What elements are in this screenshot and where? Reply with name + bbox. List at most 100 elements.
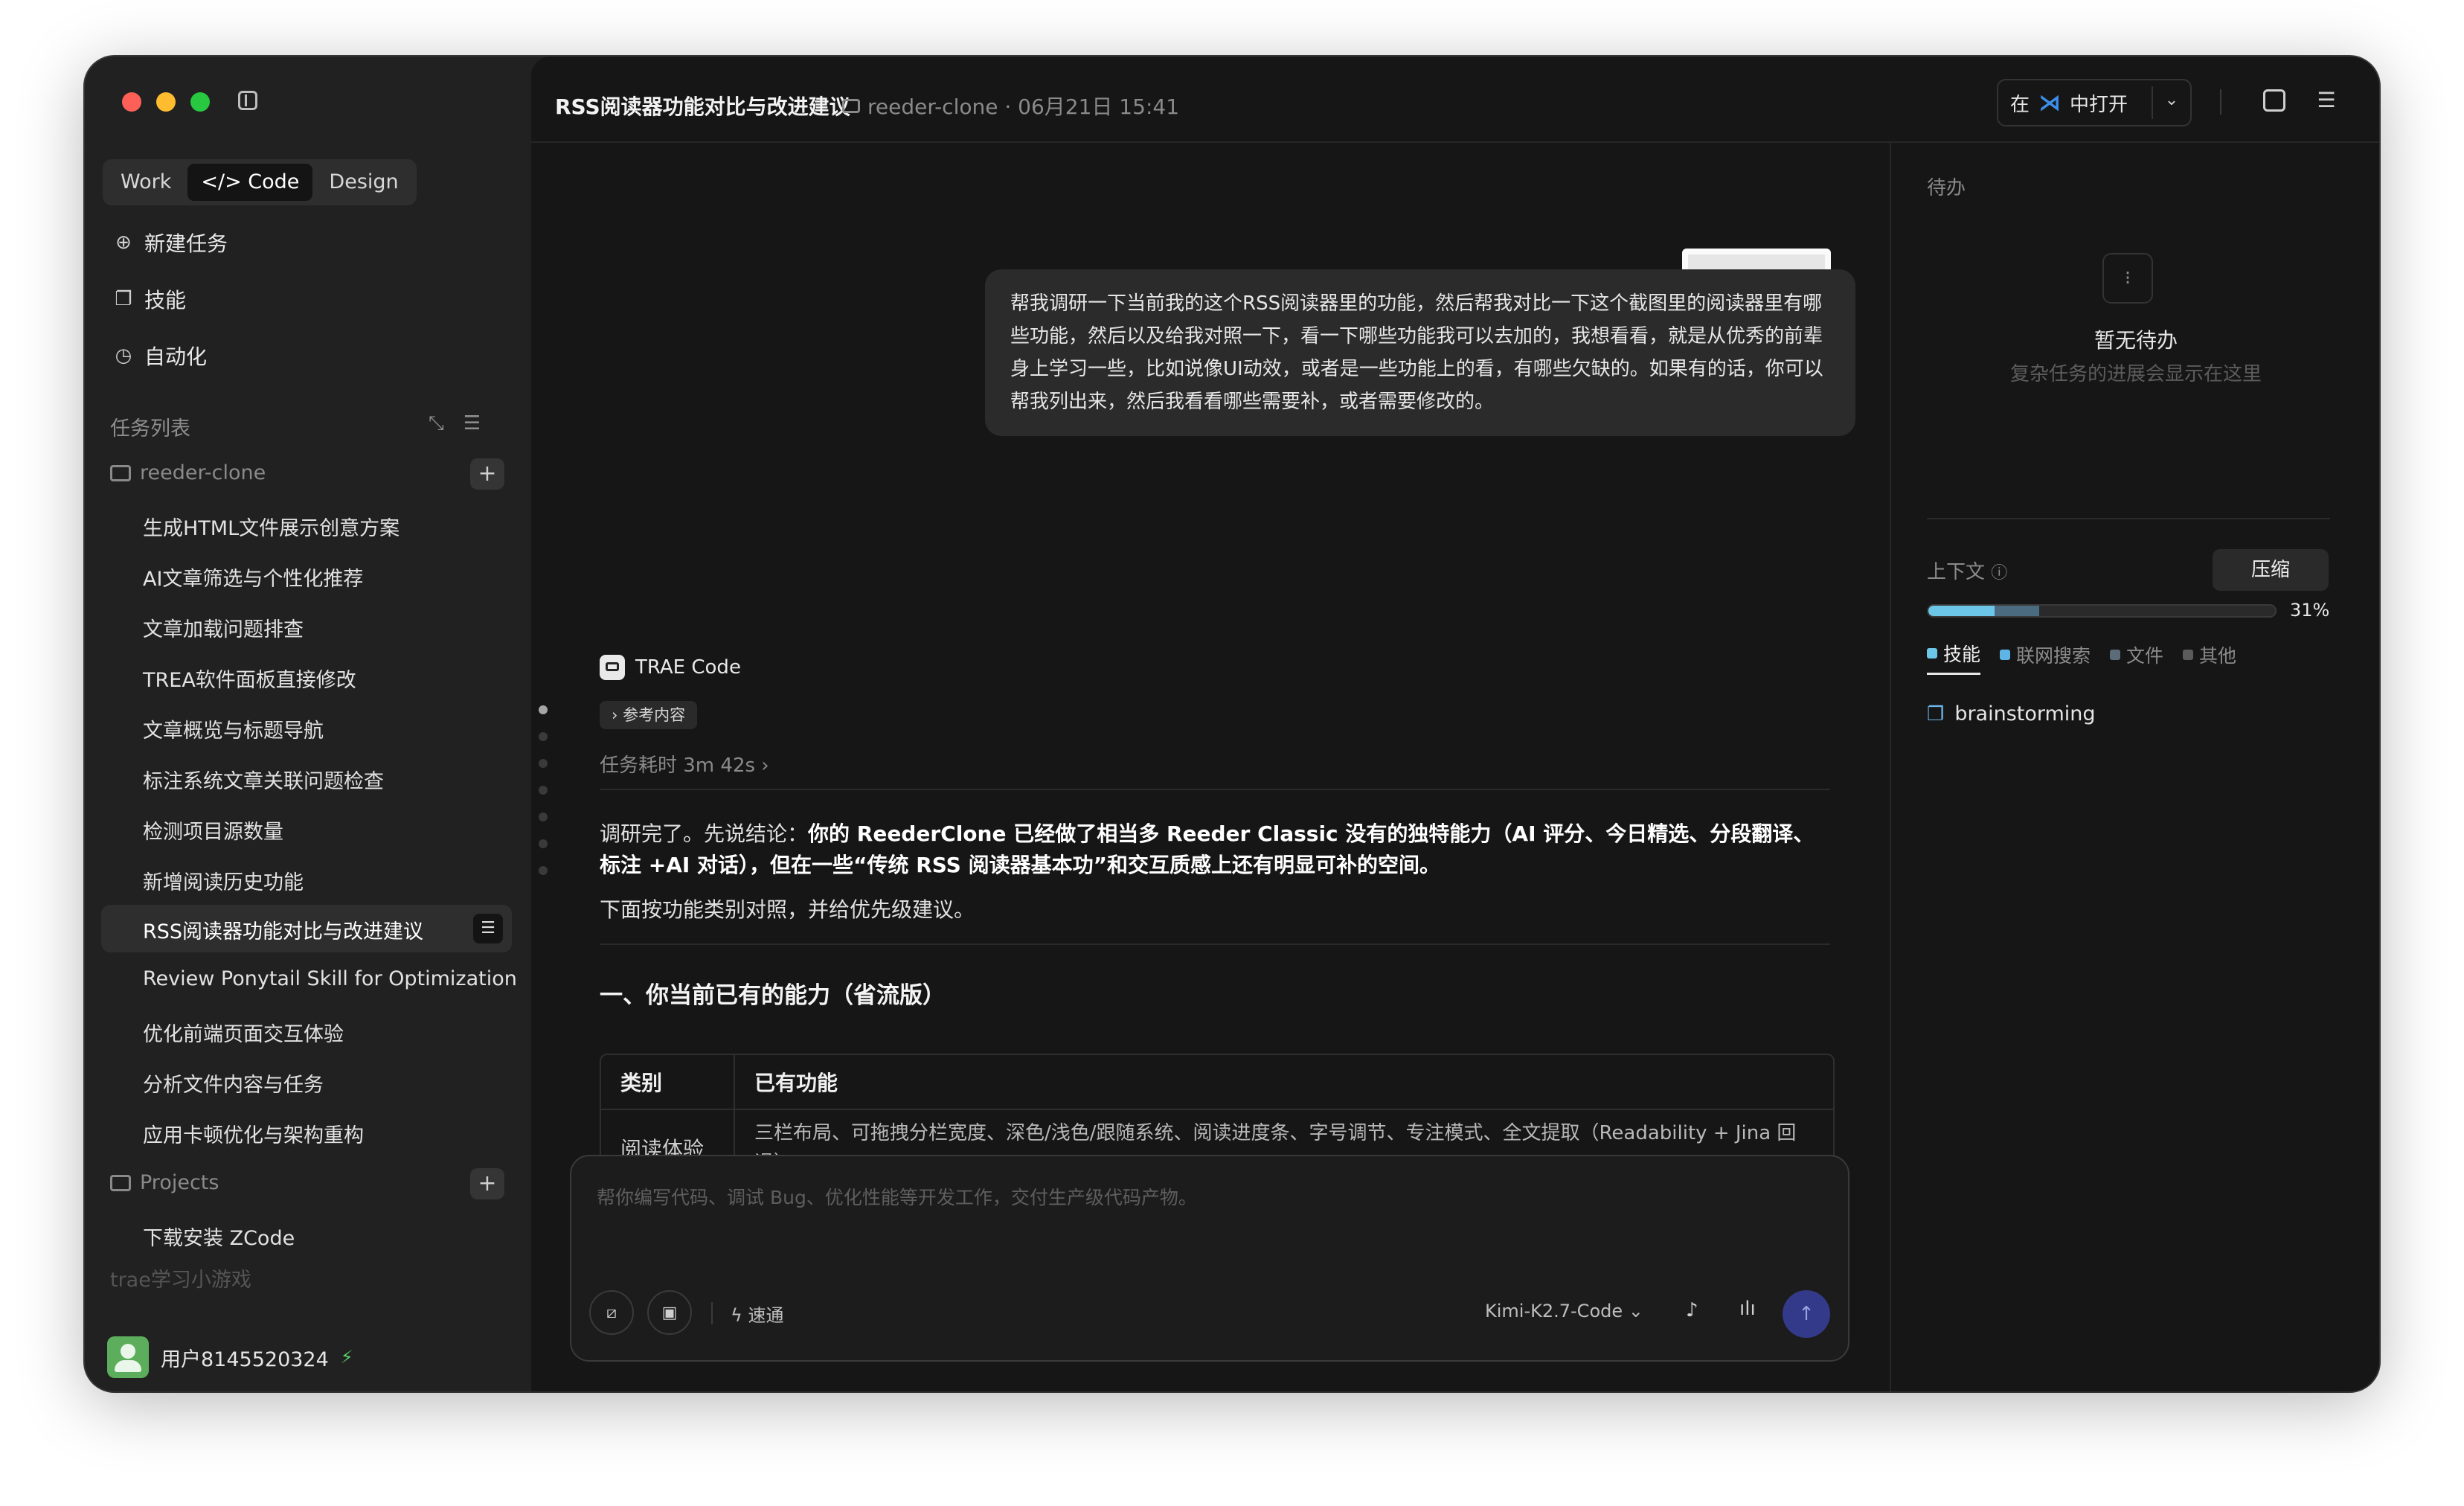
task-item[interactable]: 分析文件内容与任务 <box>143 1068 324 1098</box>
task-item[interactable]: 优化前端页面交互体验 <box>143 1018 344 1047</box>
task-item[interactable]: 生成HTML文件展示创意方案 <box>143 512 400 541</box>
task-item[interactable]: AI文章筛选与个性化推荐 <box>143 563 363 592</box>
task-duration[interactable]: 任务耗时 3m 42s › <box>600 750 769 778</box>
scroll-dot[interactable] <box>539 705 548 714</box>
composer-input[interactable]: 帮你编写代码、调试 Bug、优化性能等开发工作，交付生产级代码产物。 <box>597 1183 1197 1210</box>
scroll-dot[interactable] <box>539 866 548 875</box>
user-name: 用户8145520324 <box>161 1348 329 1371</box>
open-prefix: 在 <box>2010 93 2030 116</box>
task-item[interactable]: 新增阅读历史功能 <box>143 866 304 895</box>
legend-swatch <box>2000 649 2011 660</box>
nav-new-task[interactable]: ⊕ 新建任务 <box>113 228 228 257</box>
divider <box>2220 89 2221 115</box>
context-usage-other <box>1994 606 2040 616</box>
info-icon[interactable]: ⓘ <box>1991 564 2007 583</box>
folder-icon <box>842 98 860 113</box>
right-panel: 待办 ⁝ 暂无待办 复杂任务的进展会显示在这里 上下文 ⓘ 压缩 31% 技能 … <box>1890 143 2379 1391</box>
scroll-dot[interactable] <box>539 786 548 795</box>
add-task-button[interactable]: + <box>470 458 504 490</box>
user-message: 帮我调研一下当前我的这个RSS阅读器里的功能，然后帮我对比一下这个截图里的阅读器… <box>985 269 1855 436</box>
todo-title: 待办 <box>1927 177 1966 199</box>
compress-button[interactable]: 压缩 <box>2213 549 2329 591</box>
task-item[interactable]: 应用卡顿优化与架构重构 <box>143 1119 364 1148</box>
scroll-dot[interactable] <box>539 732 548 741</box>
table-header-cell: 类别 <box>601 1055 735 1109</box>
legend-files[interactable]: 文件 <box>2110 640 2163 675</box>
divider <box>711 1302 713 1324</box>
mode-work[interactable]: Work <box>107 164 185 201</box>
close-window-button[interactable] <box>122 92 141 112</box>
filter-icon[interactable]: ☰ <box>463 412 481 435</box>
composer: 帮你编写代码、调试 Bug、优化性能等开发工作，交付生产级代码产物。 ⧄ ▣ ϟ… <box>570 1155 1849 1362</box>
task-item[interactable]: TREA软件面板直接修改 <box>143 664 356 693</box>
task-outline-icon[interactable]: ☰ <box>473 914 503 943</box>
folder-trae-game[interactable]: trae学习小游戏 <box>110 1263 251 1292</box>
legend-swatch <box>1927 648 1937 659</box>
legend-other[interactable]: 其他 <box>2183 640 2236 675</box>
agent-conclusion: 调研完了。先说结论：你的 ReederClone 已经做了相当多 Reeder … <box>600 818 1835 881</box>
folder-reeder-clone[interactable]: reeder-clone <box>110 461 266 484</box>
top-bar: RSS阅读器功能对比与改进建议 reeder-clone · 06月21日 15… <box>531 57 2379 143</box>
speed-mode-toggle[interactable]: ϟ 速通 <box>731 1301 783 1327</box>
folder-name: reeder-clone <box>140 461 266 484</box>
folder-projects[interactable]: Projects <box>110 1171 219 1194</box>
scroll-dot[interactable] <box>539 813 548 821</box>
divider <box>600 943 1830 945</box>
nav-new-task-label: 新建任务 <box>144 231 228 256</box>
context-usage-skills <box>1928 606 1995 616</box>
task-meta-text: reeder-clone · 06月21日 15:41 <box>867 94 1180 119</box>
minimize-window-button[interactable] <box>156 92 176 112</box>
task-item[interactable]: 文章概览与标题导航 <box>143 714 324 743</box>
mode-switcher: Work </> Code Design <box>103 159 417 205</box>
mode-design[interactable]: Design <box>315 164 411 201</box>
task-item[interactable]: 检测项目源数量 <box>143 816 283 845</box>
voice-wave-icon[interactable]: ılı <box>1739 1298 1756 1320</box>
chevron-down-icon[interactable]: ⌄ <box>2160 91 2183 109</box>
agent-name: TRAE Code <box>635 656 741 679</box>
skill-name: brainstorming <box>1954 702 2096 725</box>
legend-skills[interactable]: 技能 <box>1927 640 1981 675</box>
model-selector[interactable]: Kimi-K2.7-Code ⌄ <box>1485 1301 1643 1321</box>
context-label: 上下文 ⓘ <box>1927 557 2007 584</box>
legend-swatch <box>2110 649 2121 660</box>
panel-toggle-icon[interactable]: ☰ <box>2315 89 2338 112</box>
send-button[interactable]: ↑ <box>1783 1290 1830 1338</box>
user-profile[interactable]: 用户8145520324 ⚡ <box>107 1336 353 1378</box>
legend-swatch <box>2183 649 2194 660</box>
nav-automation[interactable]: ◷ 自动化 <box>113 341 207 371</box>
scroll-dot[interactable] <box>539 839 548 848</box>
task-item[interactable]: 下载安装 ZCode <box>143 1222 295 1251</box>
nav-automation-label: 自动化 <box>144 345 208 369</box>
legend-label: 联网搜索 <box>2016 644 2091 667</box>
clock-icon: ◷ <box>115 345 132 367</box>
task-list-tools: ⤡ ☰ <box>429 412 481 435</box>
collapse-icon[interactable]: ⤡ <box>429 412 444 435</box>
preview-icon[interactable] <box>2263 89 2285 112</box>
book-icon: ❐ <box>115 288 132 310</box>
maximize-window-button[interactable] <box>190 92 210 112</box>
nav-skills[interactable]: ❐ 技能 <box>113 284 186 314</box>
task-item[interactable]: 文章加载问题排查 <box>143 613 304 642</box>
new-task-icon: ⊕ <box>115 231 132 254</box>
task-item[interactable]: 标注系统文章关联问题检查 <box>143 765 384 794</box>
slash-command-icon[interactable]: ⧄ <box>589 1290 634 1335</box>
reference-chip[interactable]: › 参考内容 <box>600 701 698 729</box>
todo-hint: 复杂任务的进展会显示在这里 <box>2009 363 2262 385</box>
task-duration-text: 任务耗时 3m 42s <box>600 754 756 777</box>
skill-item[interactable]: ❐ brainstorming <box>1927 702 2096 725</box>
mode-code[interactable]: </> Code <box>187 164 313 201</box>
agent-paragraph: 下面按功能类别对照，并给优先级建议。 <box>600 897 975 922</box>
add-task-button[interactable]: + <box>470 1168 504 1199</box>
microphone-icon[interactable]: ♪ <box>1686 1299 1698 1321</box>
conclusion-prefix: 调研完了。先说结论： <box>600 821 809 846</box>
scroll-dot[interactable] <box>539 759 548 768</box>
table-header: 类别 已有功能 <box>601 1055 1833 1110</box>
agent-header: TRAE Code <box>600 655 741 680</box>
task-item-active[interactable]: RSS阅读器功能对比与改进建议 ☰ <box>101 905 512 952</box>
open-in-editor-button[interactable]: 在 ⋊ 中打开 ⌄ <box>1997 79 2192 126</box>
task-item[interactable]: Review Ponytail Skill for Optimization <box>143 967 517 990</box>
task-item-active-label: RSS阅读器功能对比与改进建议 <box>143 920 424 943</box>
image-upload-icon[interactable]: ▣ <box>647 1290 692 1335</box>
sidebar-toggle-icon[interactable] <box>238 91 257 110</box>
legend-web-search[interactable]: 联网搜索 <box>2000 640 2091 675</box>
